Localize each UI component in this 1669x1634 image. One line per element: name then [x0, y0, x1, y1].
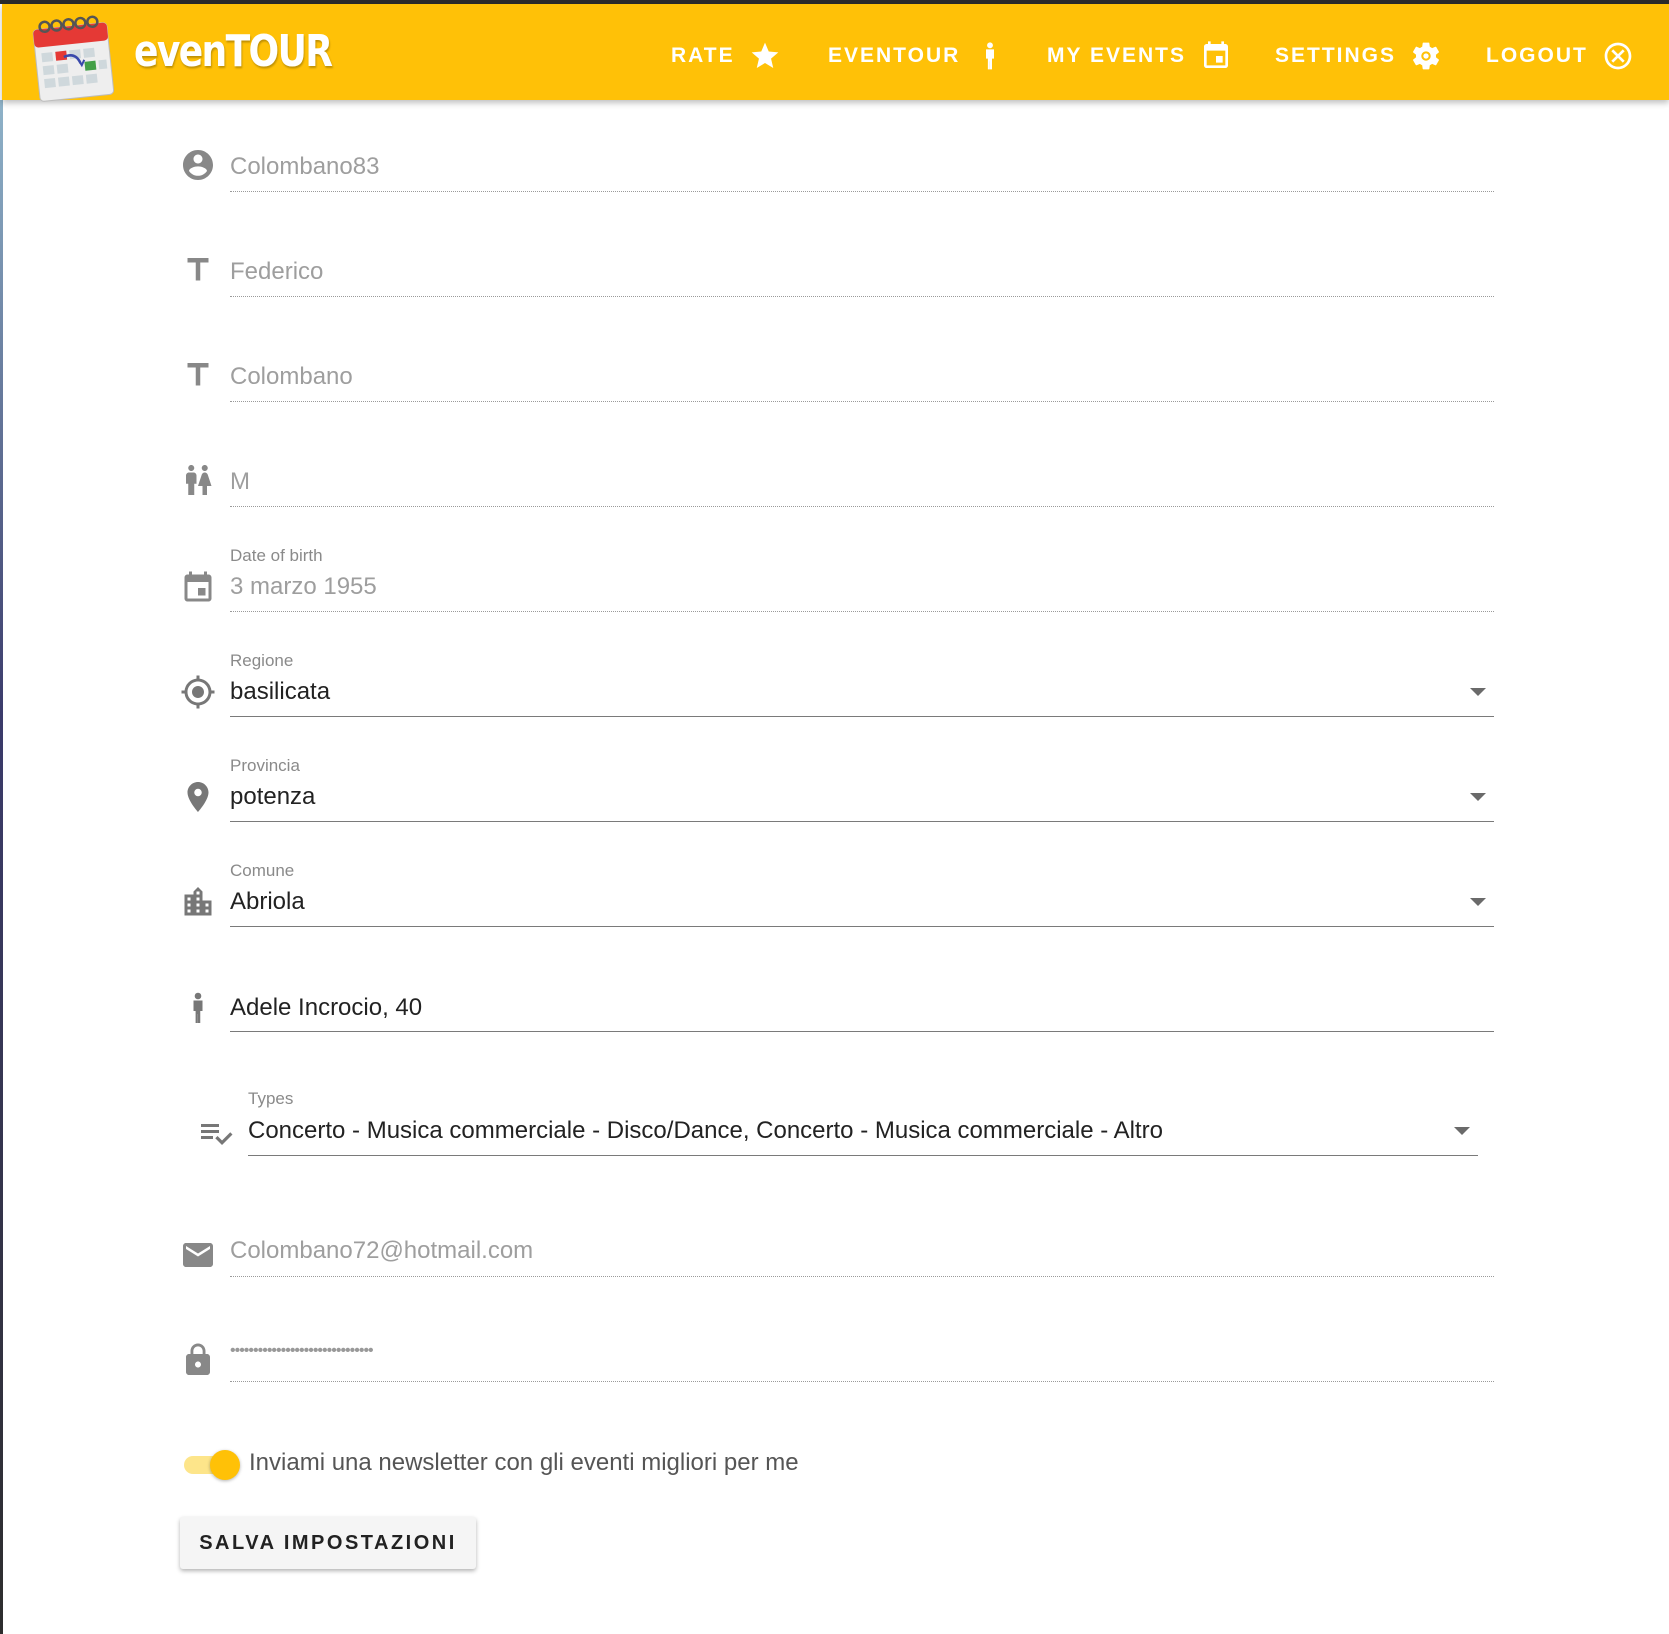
- playlist-check-icon: [198, 1115, 234, 1151]
- chevron-down-icon[interactable]: [1454, 1127, 1470, 1135]
- star-icon: [751, 42, 778, 68]
- nav-my-events[interactable]: MY EVENTS: [1047, 38, 1232, 74]
- regione-select[interactable]: Regione basilicata: [180, 645, 1494, 741]
- types-underline: [248, 1155, 1478, 1156]
- nav-rate[interactable]: RATE: [671, 38, 781, 74]
- email-underline: [230, 1276, 1494, 1277]
- provincia-label: Provincia: [230, 756, 300, 775]
- wc-icon: [180, 462, 216, 498]
- username-field[interactable]: Colombano83: [180, 140, 1494, 236]
- gender-underline: [230, 506, 1494, 507]
- brand-name[interactable]: evenTOUR: [134, 26, 333, 82]
- last-name-value: Colombano: [230, 363, 353, 390]
- newsletter-toggle[interactable]: [182, 1448, 240, 1480]
- comune-select[interactable]: Comune Abriola: [180, 855, 1494, 951]
- username-underline: [230, 191, 1494, 192]
- nav-my-events-label: MY EVENTS: [1047, 44, 1186, 67]
- location-pin-icon: [180, 779, 216, 815]
- password-value: •••••••••••••••••••••••••••••••: [230, 1342, 374, 1359]
- toggle-knob: [210, 1450, 240, 1480]
- gps-icon: [180, 674, 216, 710]
- calendar-icon: [180, 570, 216, 606]
- nav-logout-label: LOGOUT: [1486, 44, 1588, 67]
- comune-value: Abriola: [230, 888, 305, 915]
- comune-label: Comune: [230, 861, 295, 880]
- last-name-field[interactable]: Colombano: [180, 350, 1494, 446]
- top-navbar: evenTOUR RATE EVENTOUR MY EVENTS SETTING…: [2, 4, 1669, 102]
- chevron-down-icon[interactable]: [1470, 898, 1486, 906]
- window-left-edge: [0, 100, 3, 1634]
- email-field[interactable]: Colombano72@hotmail.com: [180, 1233, 1494, 1329]
- text-icon: [180, 252, 216, 288]
- regione-value: basilicata: [230, 678, 331, 705]
- birth-date-value: 3 marzo 1955: [230, 573, 377, 600]
- regione-label: Regione: [230, 651, 294, 670]
- password-underline: [230, 1381, 1494, 1382]
- email-value: Colombano72@hotmail.com: [230, 1237, 534, 1264]
- city-icon: [180, 884, 216, 920]
- nav-settings-label: SETTINGS: [1275, 44, 1397, 67]
- birth-date-underline: [230, 611, 1494, 612]
- calendar-logo-icon[interactable]: [30, 12, 116, 104]
- mail-icon: [180, 1237, 216, 1273]
- nav-settings[interactable]: SETTINGS: [1275, 38, 1442, 74]
- person-icon: [180, 990, 216, 1026]
- address-field[interactable]: Adele Incrocio, 40: [180, 985, 1494, 1081]
- chevron-down-icon[interactable]: [1470, 793, 1486, 801]
- first-name-underline: [230, 296, 1494, 297]
- text-icon: [180, 357, 216, 393]
- types-value: Concerto - Musica commerciale - Disco/Da…: [248, 1117, 1163, 1144]
- provincia-underline: [230, 821, 1494, 822]
- gender-field[interactable]: M: [180, 455, 1494, 551]
- comune-underline: [230, 926, 1494, 927]
- username-value: Colombano83: [230, 153, 380, 180]
- last-name-underline: [230, 401, 1494, 402]
- newsletter-label: Inviami una newsletter con gli eventi mi…: [249, 1449, 799, 1476]
- types-label: Types: [248, 1089, 294, 1108]
- account-circle-icon: [180, 147, 216, 183]
- types-select[interactable]: Types Concerto - Musica commerciale - Di…: [198, 1085, 1478, 1181]
- nav-rate-label: RATE: [671, 44, 735, 67]
- nav-eventour-label: EVENTOUR: [828, 44, 961, 67]
- birth-date-field[interactable]: Date of birth 3 marzo 1955: [180, 540, 1494, 636]
- gender-value: M: [230, 468, 250, 495]
- save-settings-button[interactable]: SALVA IMPOSTAZIONI: [180, 1517, 476, 1569]
- address-underline: [230, 1031, 1494, 1032]
- provincia-value: potenza: [230, 783, 316, 810]
- lock-icon: [180, 1342, 216, 1378]
- birth-date-label: Date of birth: [230, 546, 323, 565]
- regione-underline: [230, 716, 1494, 717]
- password-field[interactable]: •••••••••••••••••••••••••••••••: [180, 1338, 1494, 1434]
- person-icon: [986, 42, 995, 70]
- calendar-icon: [1203, 41, 1228, 68]
- gear-icon: [1413, 42, 1439, 70]
- nav-eventour[interactable]: EVENTOUR: [828, 38, 1006, 74]
- nav-logout[interactable]: LOGOUT: [1486, 38, 1634, 74]
- close-circle-icon: [1604, 42, 1632, 70]
- chevron-down-icon[interactable]: [1470, 688, 1486, 696]
- provincia-select[interactable]: Provincia potenza: [180, 750, 1494, 846]
- first-name-value: Federico: [230, 258, 324, 285]
- address-value: Adele Incrocio, 40: [230, 994, 423, 1021]
- first-name-field[interactable]: Federico: [180, 245, 1494, 341]
